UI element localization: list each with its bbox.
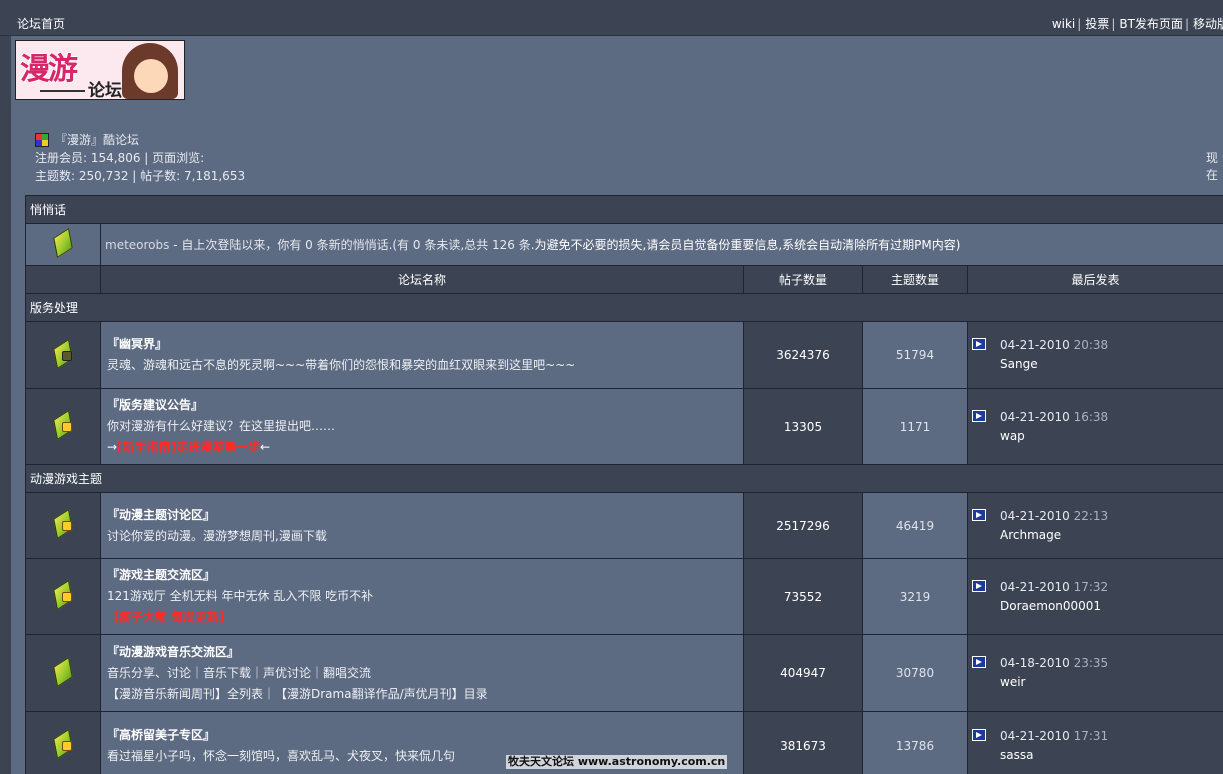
wiki-link[interactable]: wiki xyxy=(1052,17,1075,31)
pm-user[interactable]: meteorobs xyxy=(105,238,169,252)
forum-info: 『漫游』酷论坛 注册会员: 154,806 | 页面浏览: 主题数: 250,7… xyxy=(35,131,245,185)
mobile-link[interactable]: 移动版 xyxy=(1193,17,1223,31)
watermark: 牧夫天文论坛 www.astronomy.com.cn xyxy=(506,755,728,769)
header-forum: 论坛名称 xyxy=(100,265,744,294)
forum-topics: 51794 xyxy=(862,321,968,389)
forum-name[interactable]: 『动漫游戏音乐交流区』 xyxy=(107,642,737,663)
pm-section-title: 悄悄话 xyxy=(25,195,1223,224)
newbie-guide-link[interactable]: [新手指南]走进漫游第一步 xyxy=(117,440,260,454)
top-links: wiki | 投票 | BT发布页面 | 移动版 xyxy=(1052,15,1223,32)
header-last: 最后发表 xyxy=(967,265,1223,294)
forum-name[interactable]: 『高桥留美子专区』 xyxy=(107,725,737,746)
forum-row: 『动漫主题讨论区』 讨论你爱的动漫。漫游梦想周刊,漫画下载 2517296 46… xyxy=(25,492,1223,559)
forum-folder-icon xyxy=(53,656,73,687)
guide-arrow-left: → xyxy=(107,440,118,454)
last-post-arrow-icon[interactable] xyxy=(972,338,986,350)
last-post-arrow-icon[interactable] xyxy=(972,508,986,521)
forum-posts: 404947 xyxy=(743,634,863,712)
forum-topics: 3219 xyxy=(862,558,968,635)
forum-name[interactable]: 『幽冥界』 xyxy=(107,334,737,355)
forum-folder-icon xyxy=(53,728,73,760)
forum-posts: 73552 xyxy=(743,558,863,635)
last-time: 20:38 xyxy=(1073,338,1109,352)
forum-extra-link[interactable]: 【瘸子大师 每周更新】 xyxy=(107,607,737,628)
last-date: 04-18-2010 xyxy=(1000,656,1070,670)
forum-posts: 2517296 xyxy=(743,492,863,559)
last-date: 04-21-2010 xyxy=(1000,338,1070,352)
forum-row: 『动漫游戏音乐交流区』 音乐分享、讨论｜音乐下载｜声优讨论｜翻唱交流 【漫游音乐… xyxy=(25,634,1223,712)
last-user[interactable]: Doraemon00001 xyxy=(1000,599,1101,613)
last-post-arrow-icon[interactable] xyxy=(972,728,986,741)
stats-line: 主题数: 250,732 | 帖子数: 7,181,653 xyxy=(35,169,246,183)
forum-desc: 121游戏厅 全机无料 年中无休 乱入不限 吃币不补 xyxy=(107,589,374,603)
logo-line xyxy=(40,90,85,92)
last-time: 23:35 xyxy=(1073,656,1109,670)
category-title[interactable]: 动漫游戏主题 xyxy=(25,464,1223,493)
left-strip xyxy=(0,36,11,774)
last-user[interactable]: wap xyxy=(1000,429,1025,443)
forum-desc: 你对漫游有什么好建议？在这里提出吧…… xyxy=(107,419,336,433)
vote-link[interactable]: 投票 xyxy=(1085,17,1109,31)
forum-name[interactable]: 『动漫主题讨论区』 xyxy=(107,505,737,526)
logo-text-big: 漫游 xyxy=(20,52,78,87)
last-user[interactable]: weir xyxy=(1000,675,1025,689)
last-date: 04-21-2010 xyxy=(1000,579,1070,594)
forum-folder-icon xyxy=(53,579,73,611)
last-user[interactable]: sassa xyxy=(1000,748,1033,762)
forum-folder-icon xyxy=(53,508,73,540)
last-time: 16:38 xyxy=(1073,409,1109,424)
forum-topics: 46419 xyxy=(862,492,968,559)
right-cut-text: 现在 xyxy=(1206,151,1219,182)
header-posts: 帖子数量 xyxy=(743,265,863,294)
forum-topics: 30780 xyxy=(862,634,968,712)
forum-name[interactable]: 『版务建议公告』 xyxy=(107,395,737,416)
forum-folder-icon xyxy=(53,338,73,369)
pm-message: meteorobs - 自上次登陆以来，你有 0 条新的悄悄话.(有 0 条未读… xyxy=(100,223,1223,266)
forum-desc: 讨论你爱的动漫。漫游梦想周刊,漫画下载 xyxy=(107,528,327,543)
last-post-arrow-icon[interactable] xyxy=(972,409,986,422)
header-icon xyxy=(25,265,101,294)
windows-icon xyxy=(35,133,49,147)
pm-text: - 自上次登陆以来，你有 0 条新的悄悄话.(有 0 条未读,总共 126 条. xyxy=(169,238,535,252)
header-topics: 主题数量 xyxy=(862,265,968,294)
forum-desc: 音乐分享、讨论｜音乐下载｜声优讨论｜翻唱交流 xyxy=(107,665,372,680)
forum-topics: 1171 xyxy=(862,388,968,465)
pm-icon-cell xyxy=(25,223,101,266)
top-bar: 论坛首页 wiki | 投票 | BT发布页面 | 移动版 xyxy=(0,0,1223,36)
forum-home-link[interactable]: 论坛首页 xyxy=(17,15,65,32)
forum-topics: 13786 xyxy=(862,711,968,774)
pm-warning: 为避免不必要的损失,请会员自觉备份重要信息,系统会自动清除所有过期PM内容) xyxy=(534,238,961,252)
last-user[interactable]: Archmage xyxy=(1000,528,1061,542)
forum-posts: 3624376 xyxy=(743,321,863,389)
forum-row: 『版务建议公告』 你对漫游有什么好建议？在这里提出吧…… →[新手指南]走进漫游… xyxy=(25,388,1223,465)
last-date: 04-21-2010 xyxy=(1000,508,1070,523)
logo-face-icon xyxy=(134,59,168,93)
last-post-arrow-icon[interactable] xyxy=(972,579,986,592)
category-title[interactable]: 版务处理 xyxy=(25,293,1223,322)
forum-folder-icon xyxy=(53,409,73,441)
board-name[interactable]: 『漫游』酷论坛 xyxy=(55,131,139,149)
forum-logo[interactable]: 漫游 论坛 xyxy=(15,40,185,100)
forum-row: 『游戏主题交流区』 121游戏厅 全机无料 年中无休 乱入不限 吃币不补 【瘸子… xyxy=(25,558,1223,635)
forum-posts: 13305 xyxy=(743,388,863,465)
members-line: 注册会员: 154,806 | 页面浏览: xyxy=(35,151,205,165)
pm-folder-icon xyxy=(53,227,73,259)
forum-table: 悄悄话 meteorobs - 自上次登陆以来，你有 0 条新的悄悄话.(有 0… xyxy=(25,195,1223,774)
last-time: 17:31 xyxy=(1073,728,1109,743)
last-date: 04-21-2010 xyxy=(1000,728,1070,743)
logo-text-small: 论坛 xyxy=(88,81,122,100)
forum-desc-links[interactable]: 【漫游音乐新闻周刊】全列表｜【漫游Drama翻译作品/声优月刊】目录 xyxy=(107,684,737,705)
last-user[interactable]: Sange xyxy=(1000,357,1038,371)
bt-link[interactable]: BT发布页面 xyxy=(1119,17,1183,31)
guide-arrow-right: ← xyxy=(260,440,271,454)
forum-row: 『幽冥界』 灵魂、游魂和远古不息的死灵啊~~~带着你们的怨恨和暴突的血红双眼来到… xyxy=(25,321,1223,389)
forum-desc: 灵魂、游魂和远古不息的死灵啊~~~带着你们的怨恨和暴突的血红双眼来到这里吧~~~ xyxy=(107,358,576,372)
last-date: 04-21-2010 xyxy=(1000,409,1070,424)
last-time: 17:32 xyxy=(1073,579,1109,594)
forum-posts: 381673 xyxy=(743,711,863,774)
last-time: 22:13 xyxy=(1073,508,1109,523)
forum-name[interactable]: 『游戏主题交流区』 xyxy=(107,565,737,586)
last-post-arrow-icon[interactable] xyxy=(972,656,986,668)
